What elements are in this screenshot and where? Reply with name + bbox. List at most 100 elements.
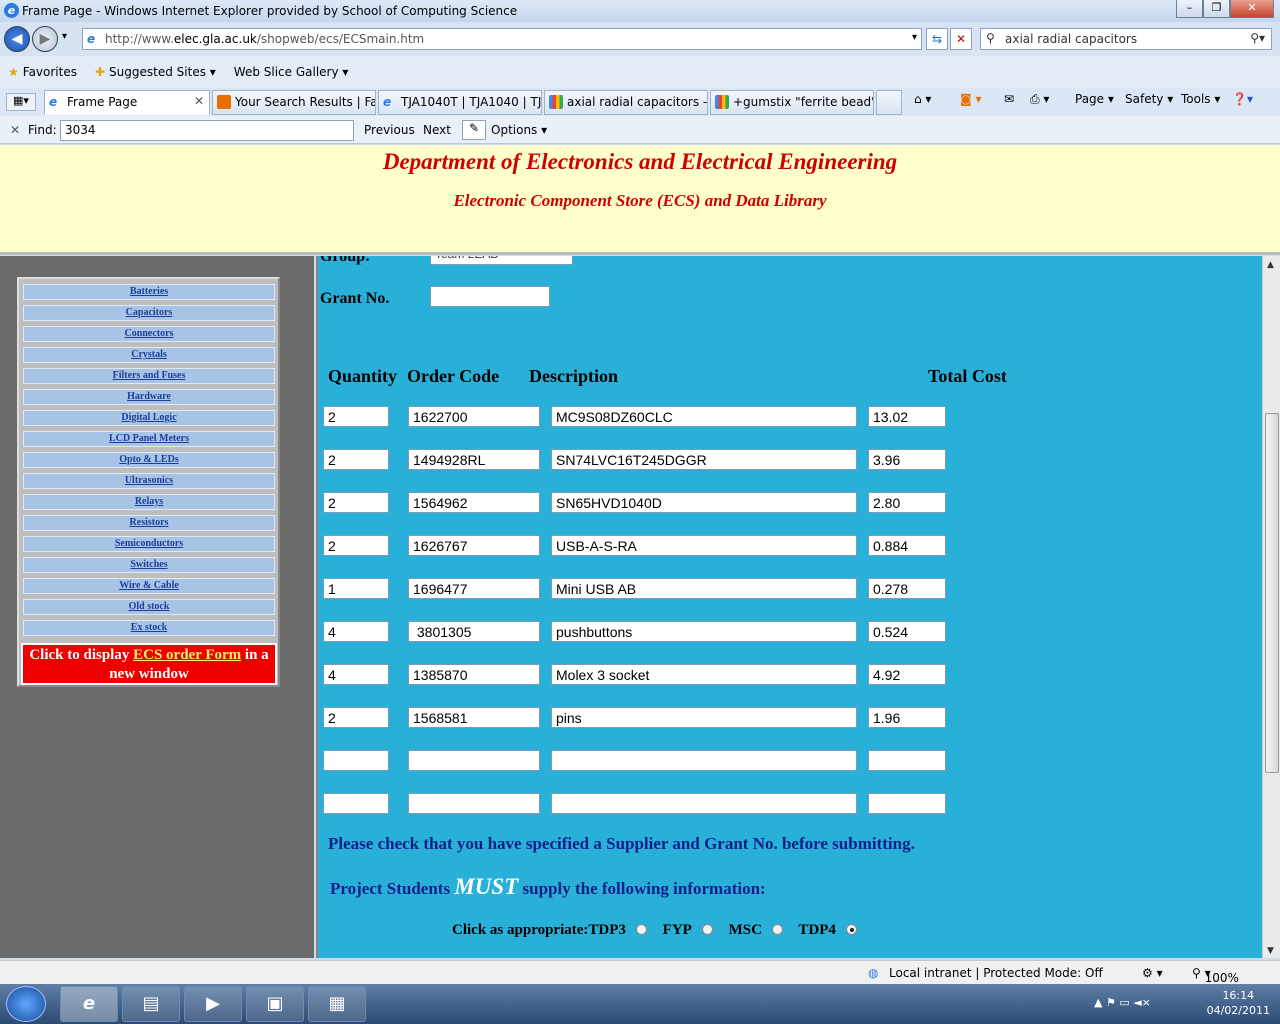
option-tdp4-radio[interactable] — [845, 924, 857, 936]
order-code-field[interactable]: 1696477 — [408, 578, 540, 599]
order-code-field[interactable] — [408, 793, 540, 814]
quantity-field[interactable]: 4 — [323, 621, 389, 642]
total-cost-field[interactable] — [868, 750, 946, 771]
vertical-scrollbar[interactable]: ▲ ▼ — [1262, 256, 1280, 958]
order-form-button[interactable]: Click to display ECS order Form in a new… — [21, 643, 277, 685]
sidebar-item-semiconductors[interactable]: Semiconductors — [23, 536, 275, 552]
quantity-field[interactable]: 2 — [323, 406, 389, 427]
find-input[interactable]: 3034 — [60, 120, 354, 141]
description-field[interactable] — [551, 793, 857, 814]
close-find-icon[interactable]: ✕ — [10, 123, 20, 137]
close-button[interactable]: ✕ — [1230, 0, 1274, 18]
feeds-icon[interactable]: ◙ ▾ — [960, 92, 981, 106]
suggested-sites-link[interactable]: Suggested Sites ▾ — [109, 65, 216, 79]
total-cost-field[interactable]: 0.524 — [868, 621, 946, 642]
sidebar-item-switches[interactable]: Switches — [23, 557, 275, 573]
home-icon[interactable]: ⌂ ▾ — [914, 92, 931, 106]
quantity-field[interactable]: 2 — [323, 707, 389, 728]
total-cost-field[interactable]: 2.80 — [868, 492, 946, 513]
quick-tabs-icon[interactable]: ▦▾ — [6, 93, 36, 111]
group-field[interactable]: Team LEAD — [430, 256, 573, 265]
order-code-field[interactable]: 1626767 — [408, 535, 540, 556]
history-dropdown-icon[interactable]: ▾ — [62, 31, 67, 42]
web-slice-gallery-link[interactable]: Web Slice Gallery ▾ — [234, 65, 349, 79]
quantity-field[interactable]: 2 — [323, 535, 389, 556]
total-cost-field[interactable]: 1.96 — [868, 707, 946, 728]
scrollbar-thumb[interactable] — [1265, 413, 1279, 773]
add-favorite-icon[interactable]: ✚ — [95, 65, 105, 79]
start-button[interactable] — [6, 986, 46, 1022]
help-icon[interactable]: ❓▾ — [1232, 92, 1253, 106]
taskbar-explorer-icon[interactable]: ▤ — [122, 986, 180, 1022]
sidebar-item-batteries[interactable]: Batteries — [23, 284, 275, 300]
search-input[interactable]: ⚲ axial radial capacitors ⚲▾ — [980, 28, 1272, 50]
protected-mode-icon[interactable]: ⚙ ▾ — [1142, 966, 1163, 980]
taskbar-media-player-icon[interactable]: ▶ — [184, 986, 242, 1022]
total-cost-field[interactable]: 13.02 — [868, 406, 946, 427]
search-icon[interactable]: ⚲▾ — [1250, 31, 1265, 45]
total-cost-field[interactable]: 4.92 — [868, 664, 946, 685]
address-dropdown-icon[interactable]: ▾ — [912, 32, 917, 43]
find-options-button[interactable]: Options ▾ — [491, 123, 547, 137]
quantity-field[interactable]: 2 — [323, 492, 389, 513]
total-cost-field[interactable]: 0.884 — [868, 535, 946, 556]
favorites-button[interactable]: Favorites — [23, 65, 77, 79]
tab-axial-radial[interactable]: axial radial capacitors - ... — [544, 90, 708, 115]
description-field[interactable]: Molex 3 socket — [551, 664, 857, 685]
order-code-field[interactable]: 1568581 — [408, 707, 540, 728]
option-msc-radio[interactable] — [771, 924, 783, 936]
new-tab-button[interactable] — [876, 90, 902, 115]
grant-field[interactable] — [430, 286, 550, 307]
minimize-button[interactable]: – — [1176, 0, 1203, 18]
tab-tja1040[interactable]: e TJA1040T | TJA1040 | TJ... — [378, 90, 542, 115]
sidebar-item-connectors[interactable]: Connectors — [23, 326, 275, 342]
order-code-field[interactable]: 1564962 — [408, 492, 540, 513]
refresh-icon[interactable]: ⇆ — [926, 28, 948, 50]
description-field[interactable]: SN74LVC16T245DGGR — [551, 449, 857, 470]
close-tab-icon[interactable]: ✕ — [194, 94, 204, 108]
order-code-field[interactable]: 1494928RL — [408, 449, 540, 470]
total-cost-field[interactable]: 3.96 — [868, 449, 946, 470]
sidebar-item-crystals[interactable]: Crystals — [23, 347, 275, 363]
order-code-field[interactable]: 3801305 — [408, 621, 540, 642]
tray-icons[interactable]: ▲ ⚑ ▭ ◄× — [1094, 996, 1151, 1009]
taskbar-remote-desktop-icon[interactable]: ▣ — [246, 986, 304, 1022]
zoom-level[interactable]: ⚲ 100% ▾ — [1192, 966, 1239, 985]
sidebar-item-old-stock[interactable]: Old stock — [23, 599, 275, 615]
sidebar-item-lcd-panel-meters[interactable]: LCD Panel Meters — [23, 431, 275, 447]
scroll-down-icon[interactable]: ▼ — [1267, 946, 1274, 956]
find-previous-button[interactable]: Previous — [364, 123, 415, 137]
sidebar-item-ultrasonics[interactable]: Ultrasonics — [23, 473, 275, 489]
mail-icon[interactable]: ✉ — [1004, 92, 1014, 106]
order-code-field[interactable]: 1385870 — [408, 664, 540, 685]
sidebar-item-capacitors[interactable]: Capacitors — [23, 305, 275, 321]
sidebar-item-ex-stock[interactable]: Ex stock — [23, 620, 275, 636]
tab-gumstix[interactable]: +gumstix "ferrite bead" ... — [710, 90, 874, 115]
system-clock[interactable]: 16:14 04/02/2011 — [1207, 988, 1270, 1018]
sidebar-item-relays[interactable]: Relays — [23, 494, 275, 510]
order-form-link[interactable]: ECS order Form — [133, 647, 241, 663]
description-field[interactable]: Mini USB AB — [551, 578, 857, 599]
total-cost-field[interactable]: 0.278 — [868, 578, 946, 599]
sidebar-item-hardware[interactable]: Hardware — [23, 389, 275, 405]
quantity-field[interactable]: 2 — [323, 449, 389, 470]
tab-search-results[interactable]: Your Search Results | Far... — [212, 90, 376, 115]
description-field[interactable]: MC9S08DZ60CLC — [551, 406, 857, 427]
quantity-field[interactable]: 4 — [323, 664, 389, 685]
taskbar-ie-icon[interactable]: e — [60, 986, 118, 1022]
quantity-field[interactable]: 1 — [323, 578, 389, 599]
sidebar-item-digital-logic[interactable]: Digital Logic — [23, 410, 275, 426]
stop-icon[interactable]: ✕ — [950, 28, 972, 50]
highlight-icon[interactable]: ✎ — [462, 120, 486, 140]
sidebar-item-wire-cable[interactable]: Wire & Cable — [23, 578, 275, 594]
address-input[interactable]: e http://www.elec.gla.ac.uk/shopweb/ecs/… — [82, 28, 922, 50]
tab-frame-page[interactable]: e Frame Page ✕ — [44, 90, 210, 115]
safety-menu[interactable]: Safety ▾ — [1125, 92, 1173, 106]
taskbar-calculator-icon[interactable]: ▦ — [308, 986, 366, 1022]
option-tdp3-radio[interactable] — [635, 924, 647, 936]
total-cost-field[interactable] — [868, 793, 946, 814]
print-icon[interactable]: ⎙ ▾ — [1030, 92, 1049, 107]
order-code-field[interactable] — [408, 750, 540, 771]
quantity-field[interactable] — [323, 793, 389, 814]
description-field[interactable]: pins — [551, 707, 857, 728]
